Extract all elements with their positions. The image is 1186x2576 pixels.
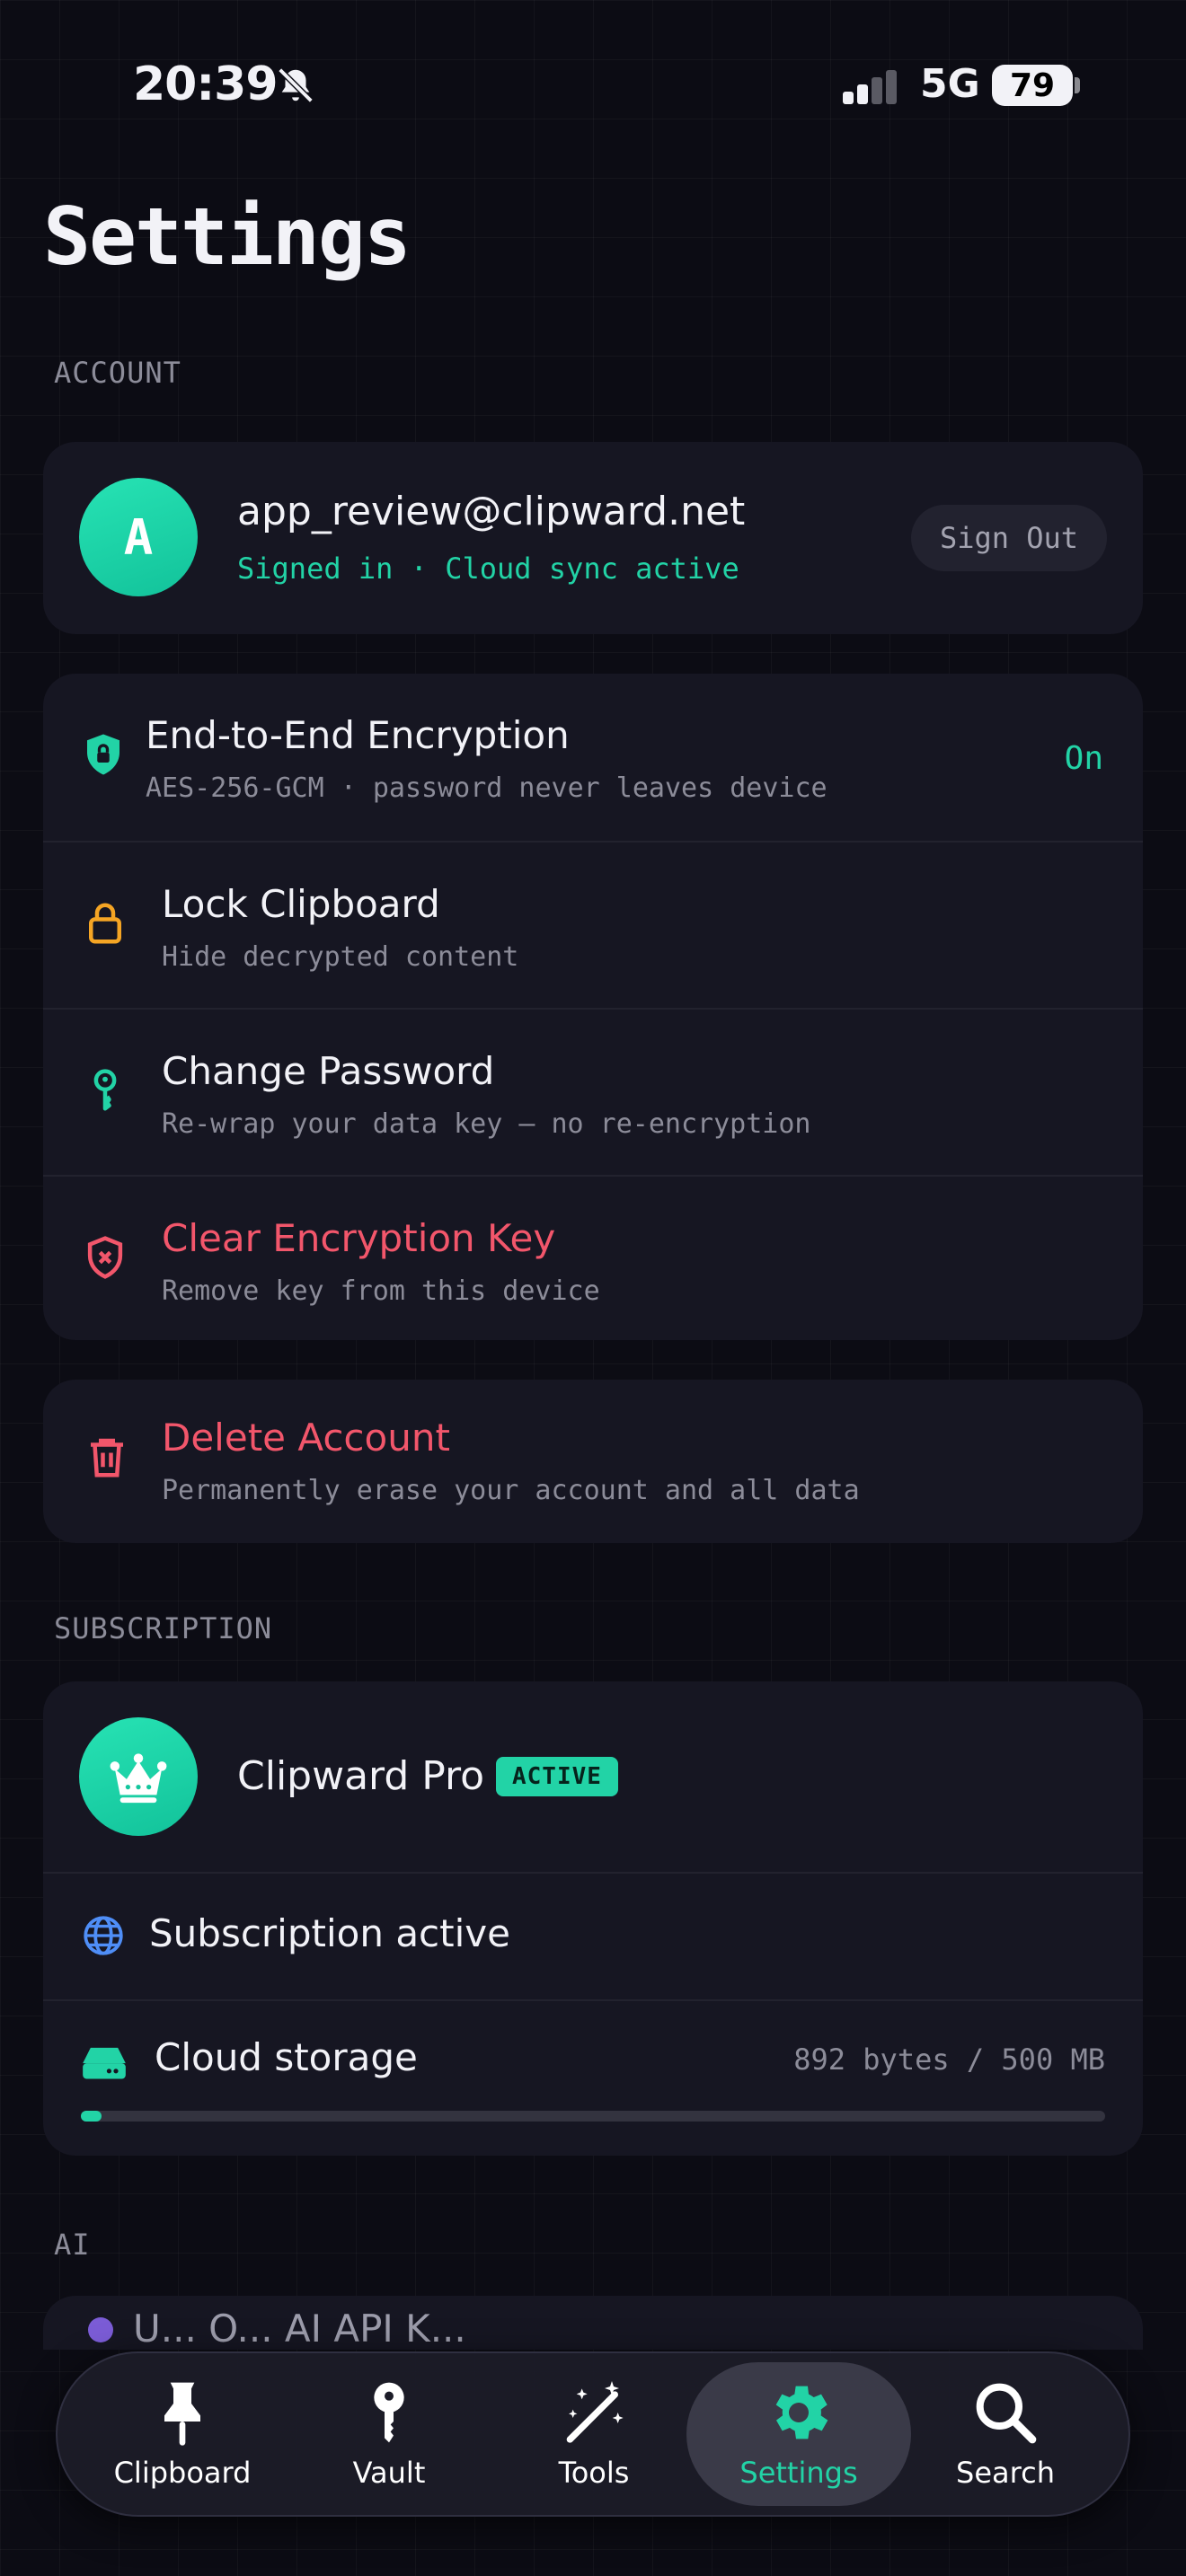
- encryption-status-value: On: [1064, 740, 1103, 777]
- status-badge: ACTIVE: [496, 1757, 618, 1796]
- row-title: Clear Encryption Key: [162, 1216, 556, 1260]
- ai-row-partial-label: U... O... AI API K...: [133, 2307, 466, 2350]
- account-email: app_review@clipward.net: [237, 489, 746, 534]
- status-bar: 20:39 5G 79: [0, 52, 1186, 124]
- row-cloud-storage: Cloud storage 892 bytes / 500 MB: [43, 1999, 1143, 2156]
- row-subscription-status[interactable]: Subscription active: [43, 1872, 1143, 1999]
- gear-icon: [775, 2386, 828, 2439]
- tab-clipboard[interactable]: Clipboard: [70, 2362, 295, 2506]
- delete-account-subtitle: Permanently erase your account and all d…: [162, 1475, 860, 1506]
- battery-nub: [1075, 77, 1080, 93]
- section-label-ai: AI: [54, 2228, 91, 2262]
- row-subtitle: Remove key from this device: [162, 1275, 600, 1307]
- bottom-tab-bar: Clipboard Vault Tools Settings Search: [56, 2351, 1130, 2517]
- subscription-status-label: Subscription active: [149, 1911, 510, 1955]
- storage-label: Cloud storage: [155, 2035, 418, 2079]
- delete-account-title: Delete Account: [162, 1416, 450, 1460]
- row-subtitle: AES-256-GCM · password never leaves devi…: [146, 772, 828, 804]
- signal-icon: [843, 70, 897, 104]
- shield-lock-icon: [87, 734, 119, 775]
- search-icon: [976, 2383, 1037, 2444]
- trash-icon: [91, 1438, 123, 1478]
- shield-x-icon: [87, 1236, 123, 1279]
- battery-level: 79: [1009, 66, 1056, 104]
- sign-out-button[interactable]: Sign Out: [911, 505, 1107, 571]
- tab-label: Settings: [739, 2456, 858, 2490]
- account-status: Signed in · Cloud sync active: [237, 551, 739, 586]
- row-change-password[interactable]: Change Password Re-wrap your data key — …: [43, 1008, 1143, 1175]
- row-lock-clipboard[interactable]: Lock Clipboard Hide decrypted content: [43, 841, 1143, 1008]
- row-title: End-to-End Encryption: [146, 713, 570, 757]
- tab-search[interactable]: Search: [893, 2362, 1118, 2506]
- bell-muted-icon: [278, 67, 314, 103]
- section-label-account: ACCOUNT: [54, 356, 181, 390]
- key-icon: [374, 2382, 404, 2443]
- battery-indicator: 79: [992, 65, 1073, 106]
- plan-avatar: [79, 1717, 198, 1836]
- account-card: A app_review@clipward.net Signed in · Cl…: [43, 442, 1143, 634]
- row-title: Change Password: [162, 1049, 495, 1093]
- magic-wand-icon: [566, 2381, 624, 2443]
- tab-label: Tools: [558, 2456, 630, 2490]
- globe-icon: [84, 1916, 123, 1955]
- tab-settings[interactable]: Settings: [686, 2362, 911, 2506]
- row-clear-encryption-key[interactable]: Clear Encryption Key Remove key from thi…: [43, 1175, 1143, 1340]
- tab-vault[interactable]: Vault: [277, 2362, 501, 2506]
- tab-tools[interactable]: Tools: [482, 2362, 706, 2506]
- network-type: 5G: [920, 61, 980, 107]
- storage-progress-bar: [81, 2111, 1105, 2122]
- row-subtitle: Re-wrap your data key — no re-encryption: [162, 1108, 811, 1140]
- key-icon: [93, 1069, 117, 1111]
- tab-label: Vault: [352, 2456, 426, 2490]
- status-time: 20:39: [133, 57, 279, 111]
- page-title: Settings: [43, 190, 412, 283]
- storage-progress-fill: [81, 2111, 102, 2122]
- pin-icon: [164, 2382, 200, 2446]
- subscription-card: Clipward Pro ACTIVE Subscription active …: [43, 1681, 1143, 2156]
- row-title: Lock Clipboard: [162, 882, 440, 926]
- crown-icon: [110, 1753, 167, 1804]
- row-subtitle: Hide decrypted content: [162, 941, 519, 973]
- tab-label: Clipboard: [113, 2456, 252, 2490]
- row-encryption[interactable]: End-to-End Encryption AES-256-GCM · pass…: [43, 674, 1143, 841]
- storage-value: 892 bytes / 500 MB: [793, 2042, 1105, 2077]
- hard-drive-icon: [83, 2047, 126, 2079]
- security-card: End-to-End Encryption AES-256-GCM · pass…: [43, 674, 1143, 1340]
- ai-card-partial: U... O... AI API K...: [43, 2296, 1143, 2350]
- tab-label: Search: [956, 2456, 1055, 2490]
- avatar: A: [79, 478, 198, 596]
- plan-name: Clipward Pro: [237, 1753, 485, 1799]
- delete-account-card[interactable]: Delete Account Permanently erase your ac…: [43, 1380, 1143, 1543]
- lock-icon: [89, 903, 121, 944]
- ai-row-icon: [88, 2317, 113, 2342]
- section-label-subscription: SUBSCRIPTION: [54, 1611, 273, 1645]
